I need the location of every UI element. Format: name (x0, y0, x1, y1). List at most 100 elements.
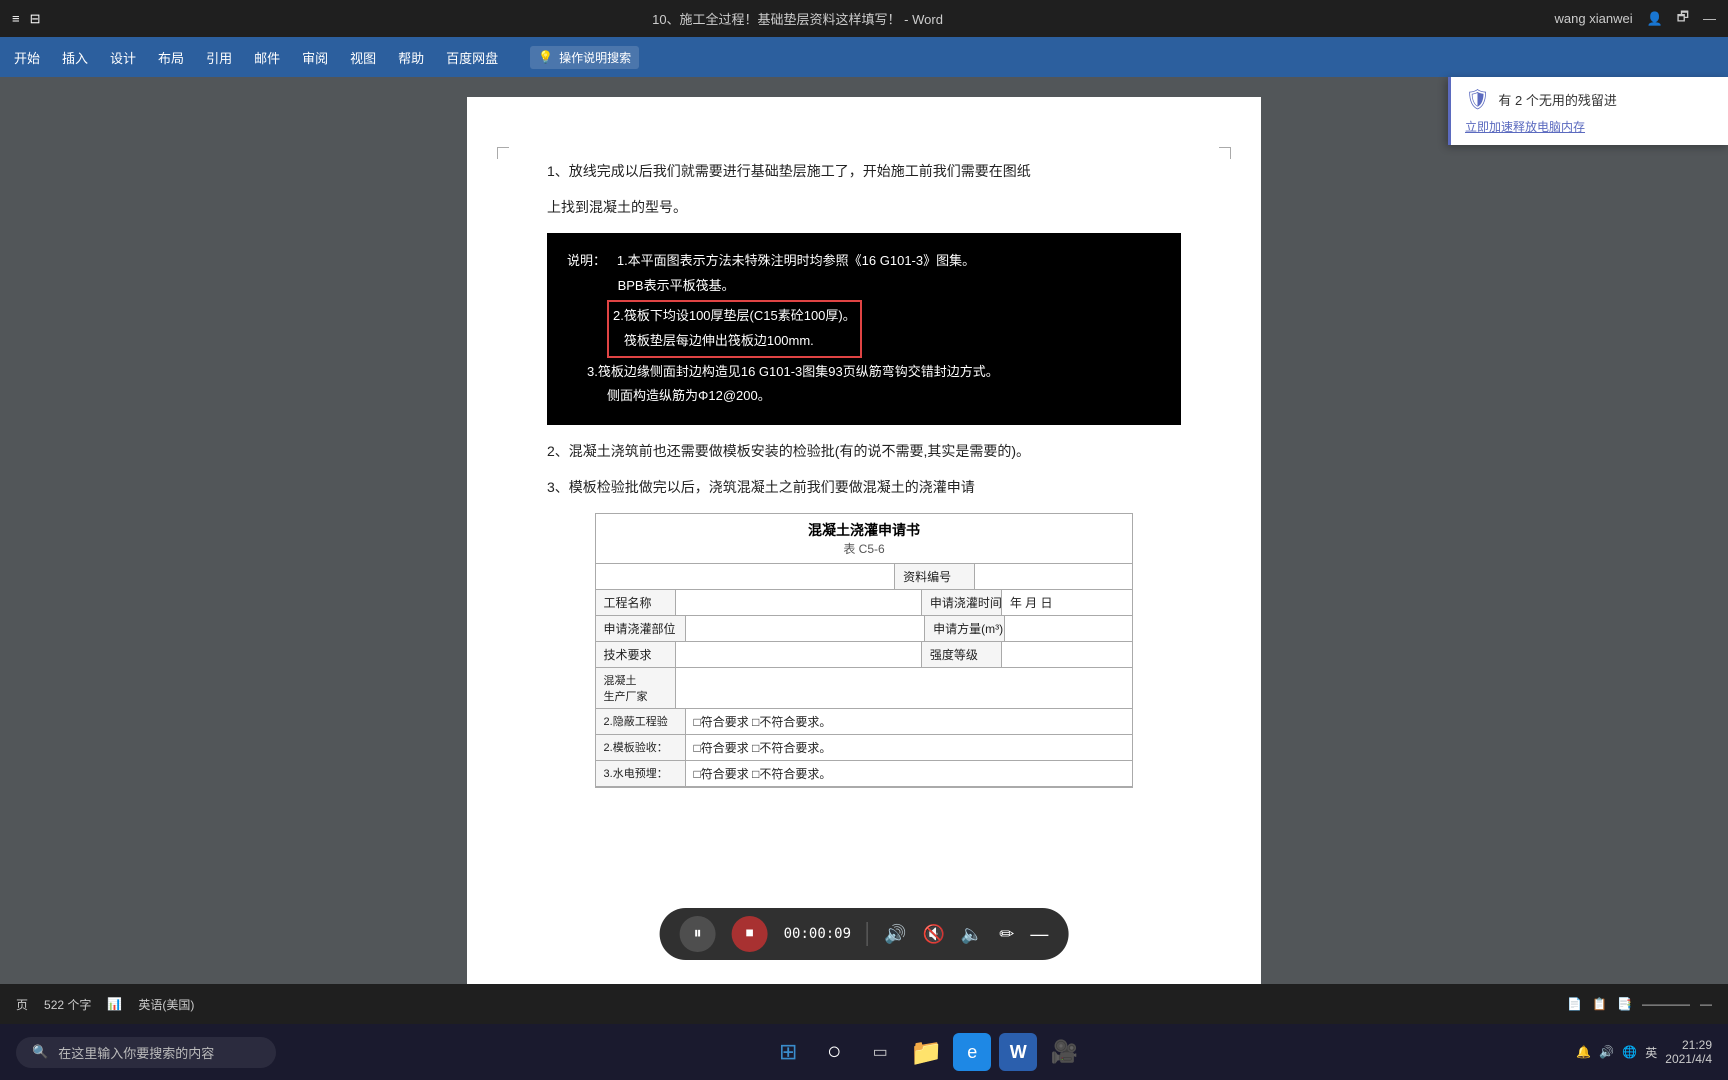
taskbar-system-tray: 🔔 🔊 🌐 英 21:29 2021/4/4 (1576, 1038, 1712, 1066)
pen-button[interactable]: ✏ (999, 924, 1014, 945)
video-controls-bar[interactable]: ⏸ ⏹ 00:00:09 🔊 🔇 🔈 ✏ — (660, 908, 1069, 960)
window-system-icon[interactable]: ⊟ (30, 11, 41, 27)
form-resource-row: 资料编号 (596, 564, 1133, 590)
document-page: 1、放线完成以后我们就需要进行基础垫层施工了，开始施工前我们需要在图纸 上找到混… (467, 97, 1261, 984)
taskview-button[interactable]: ▭ (861, 1033, 899, 1071)
stop-button[interactable]: ⏹ (732, 916, 768, 952)
form-project-name-value (676, 590, 922, 615)
time-display: 00:00:09 (784, 926, 851, 942)
minimize-icon[interactable]: — (1703, 11, 1716, 26)
shield-icon: 🛡 (1465, 87, 1490, 112)
minus-button[interactable]: — (1030, 924, 1048, 945)
notification-link[interactable]: 立即加速释放电脑内存 (1465, 118, 1714, 135)
form-pour-time-label: 申请浇灌时间 (922, 590, 1002, 615)
edge-button[interactable]: e (953, 1033, 991, 1071)
document-area[interactable]: 1、放线完成以后我们就需要进行基础垫层施工了，开始施工前我们需要在图纸 上找到混… (0, 77, 1728, 984)
paragraph-3: 3、模板检验批做完以后，浇筑混凝土之前我们要做混凝土的浇灌申请 (547, 473, 1181, 501)
form-manufacturer-label: 混凝土生产厂家 (596, 668, 676, 708)
camera-button[interactable]: 🎥 (1045, 1033, 1083, 1071)
form-strength-label: 强度等级 (922, 642, 1002, 667)
zoom-slider[interactable]: ———— (1642, 997, 1690, 1011)
form-row-7: 3.水电预埋： □符合要求 □不符合要求。 (596, 761, 1133, 787)
page-indicator: 页 (16, 996, 28, 1013)
paragraph-1: 1、放线完成以后我们就需要进行基础垫层施工了，开始施工前我们需要在图纸 (547, 157, 1181, 185)
form-tech-req-label: 技术要求 (596, 642, 676, 667)
form-quantity-label: 申请方量(m³) (925, 616, 1005, 641)
account-icon[interactable]: 👤 (1647, 11, 1663, 27)
menu-view[interactable]: 视图 (340, 44, 386, 71)
menu-layout[interactable]: 布局 (148, 44, 194, 71)
clock[interactable]: 21:29 2021/4/4 (1665, 1038, 1712, 1066)
menu-insert[interactable]: 插入 (52, 44, 98, 71)
window-title: 10、施工全过程！基础垫层资料这样填写！ - Word (41, 9, 1555, 28)
speed-button[interactable]: 🔈 (961, 924, 983, 945)
pause-button[interactable]: ⏸ (680, 916, 716, 952)
explorer-button[interactable]: 📁 (907, 1033, 945, 1071)
form-pour-time-value: 年 月 日 (1002, 590, 1133, 615)
paragraph-2: 2、混凝土浇筑前也还需要做模板安装的检验批(有的说不需要,其实是需要的)。 (547, 437, 1181, 465)
mute-button[interactable]: 🔇 (922, 924, 944, 945)
track-changes-icon[interactable]: 📊 (107, 997, 122, 1011)
form-subtitle: 表 C5-6 (602, 540, 1127, 557)
menu-bar: 开始 插入 设计 布局 引用 邮件 审阅 视图 帮助 百度网盘 💡 操作说明搜索 (0, 37, 1728, 77)
form-pour-part-label: 申请浇灌部位 (596, 616, 686, 641)
taskbar-search-placeholder: 在这里输入你要搜索的内容 (58, 1043, 214, 1062)
menu-start[interactable]: 开始 (4, 44, 50, 71)
word-button[interactable]: W (999, 1033, 1037, 1071)
volume-tray-icon[interactable]: 🔊 (1599, 1045, 1614, 1059)
form-row-2: 申请浇灌部位 申请方量(m³) (596, 616, 1133, 642)
taskbar-icons: ⊞ ○ ▭ 📁 e W 🎥 (769, 1033, 1083, 1071)
form-quantity-value (1005, 616, 1132, 641)
form-resource-label: 资料编号 (895, 564, 975, 589)
menu-baidu[interactable]: 百度网盘 (436, 44, 508, 71)
statusbar-left: 页 522 个字 📊 英语(美国) (16, 996, 194, 1013)
form-row-3: 技术要求 强度等级 (596, 642, 1133, 668)
form-row-1: 工程名称 申请浇灌时间 年 月 日 (596, 590, 1133, 616)
form-title: 混凝土浇灌申请书 (602, 520, 1127, 540)
language-indicator[interactable]: 英语(美国) (138, 996, 194, 1013)
form-title-row: 混凝土浇灌申请书 表 C5-6 (596, 514, 1133, 564)
ime-indicator[interactable]: 英 (1645, 1044, 1657, 1061)
search-light-icon: 💡 (538, 50, 553, 64)
restore-window-icon[interactable]: 🗗 (1677, 8, 1689, 30)
volume-button[interactable]: 🔊 (884, 924, 906, 945)
view-icon-1[interactable]: 📄 (1567, 997, 1582, 1011)
menu-review[interactable]: 审阅 (292, 44, 338, 71)
notification-icon[interactable]: 🔔 (1576, 1045, 1591, 1059)
image-line-2: BPB表示平板筏基。 (567, 274, 1161, 299)
window-controls-left: ≡ ⊟ (12, 11, 41, 27)
page-corner-tr (1219, 147, 1231, 159)
form-formwork-label: 2.模板验收： (596, 735, 686, 760)
user-name: wang xianwei (1555, 11, 1633, 26)
notification-popup: 🛡 有 2 个无用的残留进 立即加速释放电脑内存 (1448, 77, 1728, 145)
zoom-level: — (1700, 997, 1712, 1011)
title-bar: ≡ ⊟ 10、施工全过程！基础垫层资料这样填写！ - Word wang xia… (0, 0, 1728, 37)
view-icon-3[interactable]: 📑 (1617, 997, 1632, 1011)
form-mep-value: □符合要求 □不符合要求。 (686, 761, 1133, 786)
paragraph-1b: 上找到混凝土的型号。 (547, 193, 1181, 221)
construction-drawing-image: 说明： 1.本平面图表示方法未特殊注明时均参照《16 G101-3》图集。 BP… (547, 233, 1181, 425)
cortana-button[interactable]: ○ (815, 1033, 853, 1071)
image-line-3-wrapper: 2.筏板下均设100厚垫层(C15素砼100厚)。 筏板垫层每边伸出筏板边100… (607, 298, 1161, 359)
menu-mail[interactable]: 邮件 (244, 44, 290, 71)
control-divider (867, 922, 868, 946)
image-line-1: 说明： 1.本平面图表示方法未特殊注明时均参照《16 G101-3》图集。 (567, 249, 1161, 274)
page-corner-tl (497, 147, 509, 159)
form-mep-label: 3.水电预埋： (596, 761, 686, 786)
view-icon-2[interactable]: 📋 (1592, 997, 1607, 1011)
word-count: 522 个字 (44, 996, 91, 1013)
form-row-6: 2.模板验收： □符合要求 □不符合要求。 (596, 735, 1133, 761)
windows-button[interactable]: ⊞ (769, 1033, 807, 1071)
form-formwork-value: □符合要求 □不符合要求。 (686, 735, 1133, 760)
form-resource-value (975, 564, 1132, 589)
menu-reference[interactable]: 引用 (196, 44, 242, 71)
form-tech-req-value (676, 642, 922, 667)
search-box[interactable]: 💡 操作说明搜索 (530, 46, 639, 69)
taskbar-search[interactable]: 🔍 在这里输入你要搜索的内容 (16, 1037, 276, 1068)
window-restore-icon[interactable]: ≡ (12, 11, 20, 26)
form-row-4: 混凝土生产厂家 (596, 668, 1133, 709)
network-icon[interactable]: 🌐 (1622, 1045, 1637, 1059)
menu-design[interactable]: 设计 (100, 44, 146, 71)
status-bar: 页 522 个字 📊 英语(美国) 📄 📋 📑 ———— — (0, 984, 1728, 1024)
menu-help[interactable]: 帮助 (388, 44, 434, 71)
